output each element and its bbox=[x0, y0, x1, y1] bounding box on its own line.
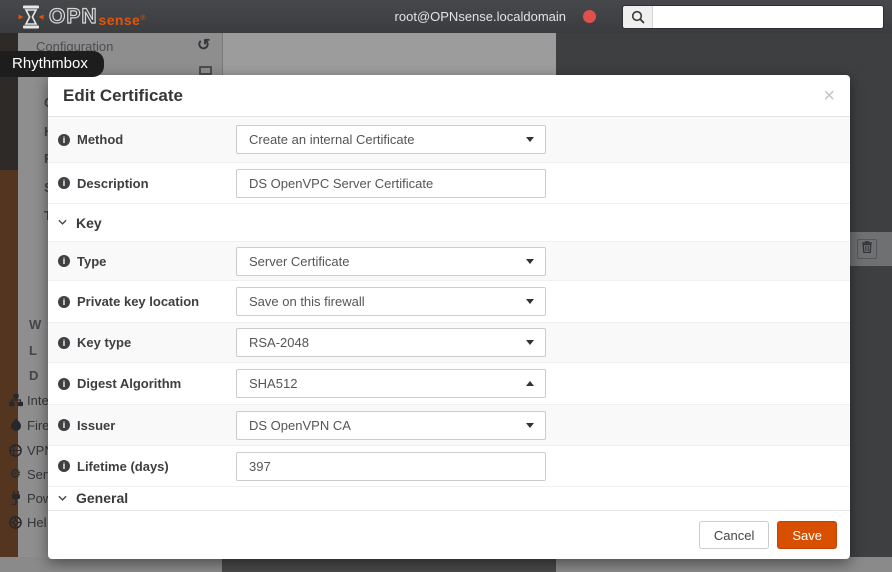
sidebar-item-fragment: W bbox=[29, 317, 42, 332]
sidebar-divider bbox=[222, 33, 223, 75]
globe-icon bbox=[8, 443, 23, 457]
logo-registered-mark: ® bbox=[140, 14, 146, 22]
lifetime-input[interactable] bbox=[236, 451, 546, 481]
status-dot bbox=[583, 10, 596, 23]
dialog-title: Edit Certificate bbox=[63, 85, 183, 105]
background-bottom-band bbox=[0, 557, 222, 572]
field-row-issuer: Issuer DS OpenVPN CA bbox=[48, 405, 850, 446]
top-navbar: OPN sense ® root@OPNsense.localdomain bbox=[0, 0, 892, 33]
search-input[interactable] bbox=[653, 5, 883, 28]
issuer-select[interactable]: DS OpenVPN CA bbox=[236, 410, 546, 440]
fire-icon bbox=[8, 418, 23, 432]
dialog-header: Edit Certificate × bbox=[48, 75, 850, 117]
dialog-footer: Cancel Save bbox=[48, 510, 850, 559]
chevron-down-icon bbox=[526, 340, 534, 345]
info-icon[interactable] bbox=[58, 419, 70, 431]
box-icon bbox=[199, 66, 212, 75]
field-label: Issuer bbox=[77, 417, 116, 433]
method-select[interactable]: Create an internal Certificate bbox=[236, 125, 546, 154]
history-icon: ↺ bbox=[197, 37, 211, 54]
sidebar-item-vpn: VPN bbox=[8, 441, 48, 459]
chevron-down-icon bbox=[526, 137, 534, 142]
key-type-select[interactable]: RSA-2048 bbox=[236, 328, 546, 357]
chevron-down-icon bbox=[526, 299, 534, 304]
sidebar-item-services: ⚙Serv bbox=[9, 466, 48, 482]
gear-icon: ⚙ bbox=[9, 466, 22, 481]
logo-text-opn: OPN bbox=[48, 4, 98, 28]
field-row-lifetime: Lifetime (days) bbox=[48, 446, 850, 487]
field-label: Private key location bbox=[77, 294, 200, 309]
logo-text-sense: sense bbox=[98, 12, 141, 28]
field-row-method: Method Create an internal Certificate bbox=[48, 117, 850, 163]
section-title: Key bbox=[76, 214, 102, 231]
background-table-row bbox=[845, 232, 892, 266]
opnsense-logo[interactable]: OPN sense ® bbox=[18, 4, 145, 30]
sidebar-item-fragment: D bbox=[29, 368, 39, 383]
info-icon[interactable] bbox=[58, 336, 70, 349]
section-title: General bbox=[76, 490, 129, 506]
sidebar-item-interfaces: Inte bbox=[8, 391, 48, 409]
logged-in-user: root@OPNsense.localdomain bbox=[394, 9, 566, 24]
info-icon[interactable] bbox=[58, 295, 70, 308]
private-key-location-select[interactable]: Save on this firewall bbox=[236, 287, 546, 316]
search-icon bbox=[623, 5, 653, 28]
sidebar-item-fragment: L bbox=[29, 343, 37, 358]
field-label: Lifetime (days) bbox=[77, 458, 169, 474]
field-label: Digest Algorithm bbox=[77, 376, 182, 391]
chevron-down-icon bbox=[58, 219, 67, 225]
field-row-digest-algorithm: Digest Algorithm SHA512 bbox=[48, 363, 850, 405]
field-row-description: Description bbox=[48, 163, 850, 204]
field-label: Key type bbox=[77, 335, 132, 350]
section-toggle-general[interactable]: General bbox=[58, 490, 128, 506]
section-row-general: General bbox=[48, 487, 850, 510]
background-bottom-band-dark bbox=[222, 557, 556, 572]
sitemap-icon bbox=[8, 393, 23, 407]
dialog-body: Method Create an internal Certificate De… bbox=[48, 117, 850, 510]
info-icon[interactable] bbox=[58, 177, 70, 189]
section-row-key: Key bbox=[48, 204, 850, 242]
field-label: Method bbox=[77, 132, 124, 147]
info-icon[interactable] bbox=[58, 255, 70, 267]
type-select[interactable]: Server Certificate bbox=[236, 246, 546, 276]
edit-certificate-dialog: Edit Certificate × Method Create an inte… bbox=[48, 75, 850, 559]
sidebar-item-power: Pow bbox=[8, 489, 48, 507]
chevron-up-icon bbox=[526, 381, 534, 386]
field-row-type: Type Server Certificate bbox=[48, 242, 850, 281]
field-label: Description bbox=[77, 175, 149, 191]
description-input[interactable] bbox=[236, 168, 546, 198]
sidebar-item-firewall: Fire bbox=[8, 416, 48, 434]
sidebar-item-help: Hel bbox=[8, 513, 48, 531]
life-ring-icon bbox=[8, 515, 23, 529]
field-label: Type bbox=[77, 253, 107, 269]
info-icon[interactable] bbox=[58, 460, 70, 472]
close-icon[interactable]: × bbox=[823, 86, 835, 106]
chevron-down-icon bbox=[526, 258, 534, 264]
save-button[interactable]: Save bbox=[777, 521, 837, 549]
trash-icon bbox=[862, 240, 872, 258]
chevron-down-icon bbox=[526, 422, 534, 428]
field-row-key-type: Key type RSA-2048 bbox=[48, 323, 850, 363]
background-bottom-band-right bbox=[556, 557, 892, 572]
info-icon[interactable] bbox=[58, 377, 70, 390]
rhythmbox-tooltip: Rhythmbox bbox=[0, 51, 104, 77]
delete-button bbox=[857, 239, 877, 259]
opnsense-hourglass-icon bbox=[18, 5, 44, 28]
chevron-down-icon bbox=[58, 495, 67, 501]
info-icon[interactable] bbox=[58, 133, 70, 146]
field-row-private-key-location: Private key location Save on this firewa… bbox=[48, 281, 850, 323]
digest-algorithm-select[interactable]: SHA512 bbox=[236, 369, 546, 398]
section-toggle-key[interactable]: Key bbox=[58, 215, 102, 231]
plug-icon bbox=[8, 491, 23, 505]
global-search bbox=[622, 4, 884, 29]
screen: Configuration ↺ G H R S T W L D Inte Fir… bbox=[0, 0, 892, 572]
cancel-button[interactable]: Cancel bbox=[698, 521, 770, 549]
